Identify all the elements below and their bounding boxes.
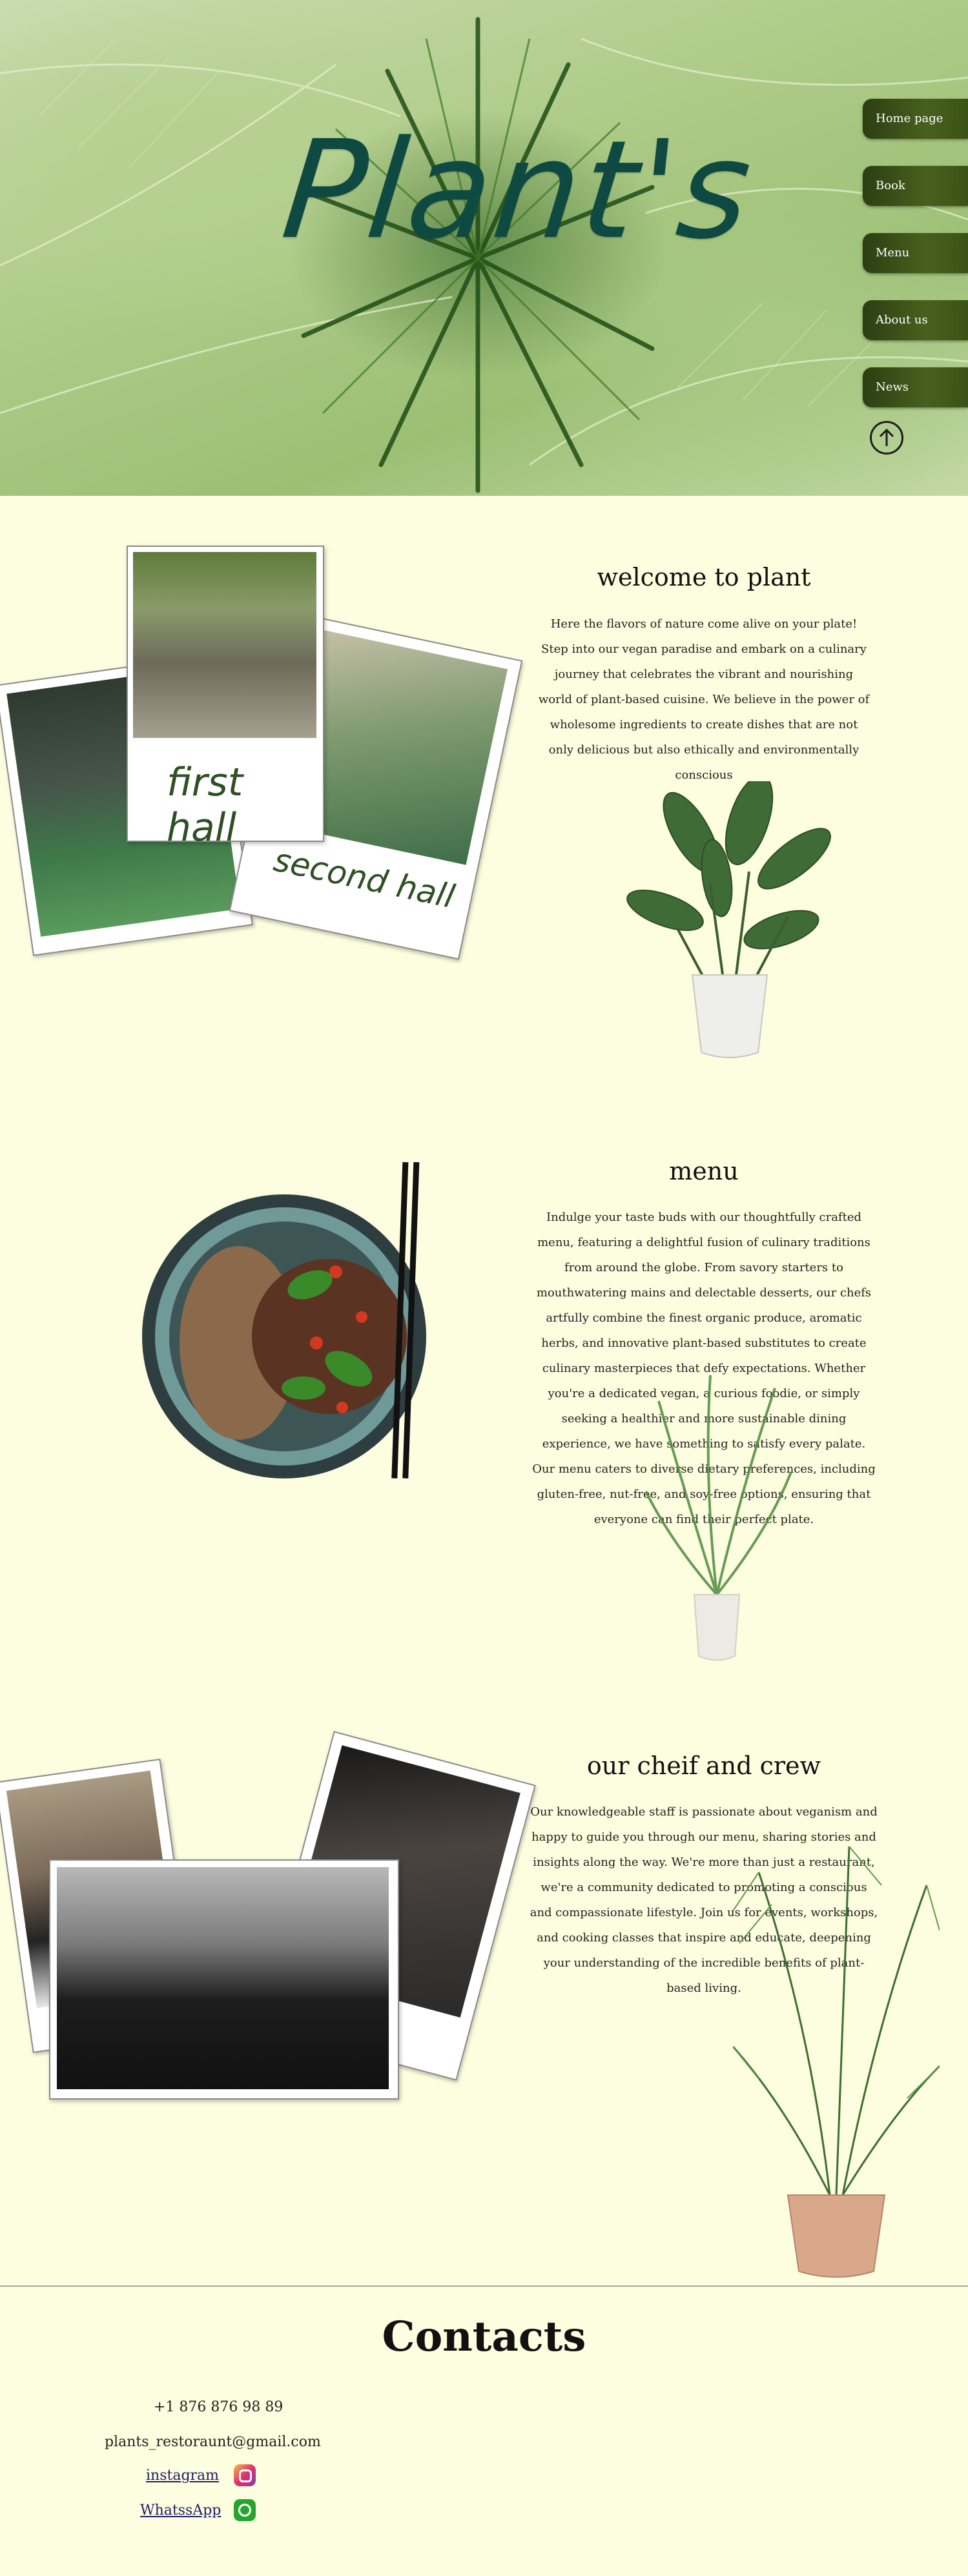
menu-title: menu xyxy=(669,1157,739,1185)
crew-title: our cheif and crew xyxy=(586,1752,821,1780)
nav-book[interactable]: Book xyxy=(863,166,968,206)
nav-news[interactable]: News xyxy=(863,367,968,407)
palm-tree-pot-image xyxy=(733,1846,940,2278)
main-nav: Home page Book Menu About us News xyxy=(863,99,968,434)
hero-banner: Plant's Home page Book Menu About us New… xyxy=(0,0,968,496)
photo-caption-first-hall: first hall xyxy=(167,760,243,850)
photo-card-crew xyxy=(49,1859,399,2100)
contact-phone: +1 876 876 98 89 xyxy=(154,2399,283,2415)
instagram-icon[interactable] xyxy=(234,2464,256,2486)
instagram-link[interactable]: instagram xyxy=(146,2468,219,2484)
welcome-text: Here the flavors of nature come alive on… xyxy=(538,617,870,782)
welcome-title: welcome to plant xyxy=(597,563,811,591)
photo-card-first-hall: first hall xyxy=(127,546,324,850)
palm-plant-image xyxy=(646,1375,792,1661)
whatsapp-icon[interactable] xyxy=(234,2499,256,2521)
site-logo-title: Plant's xyxy=(276,111,761,269)
contact-email[interactable]: plants_restoraunt@gmail.com xyxy=(105,2434,321,2450)
food-bowl-image xyxy=(142,1161,426,1478)
arrow-up-circle-icon xyxy=(879,428,894,446)
potted-plant-image xyxy=(626,781,831,1058)
crew-group-image xyxy=(57,1867,389,2089)
nav-home-page[interactable]: Home page xyxy=(863,99,968,139)
nav-about-us[interactable]: About us xyxy=(863,300,968,340)
first-hall-image xyxy=(133,552,316,738)
nav-menu[interactable]: Menu xyxy=(863,233,968,273)
whatsapp-link[interactable]: WhatssApp xyxy=(140,2502,221,2519)
footer-divider xyxy=(0,2285,968,2287)
contacts-title: Contacts xyxy=(382,2313,586,2361)
scroll-top-button[interactable] xyxy=(870,421,903,455)
